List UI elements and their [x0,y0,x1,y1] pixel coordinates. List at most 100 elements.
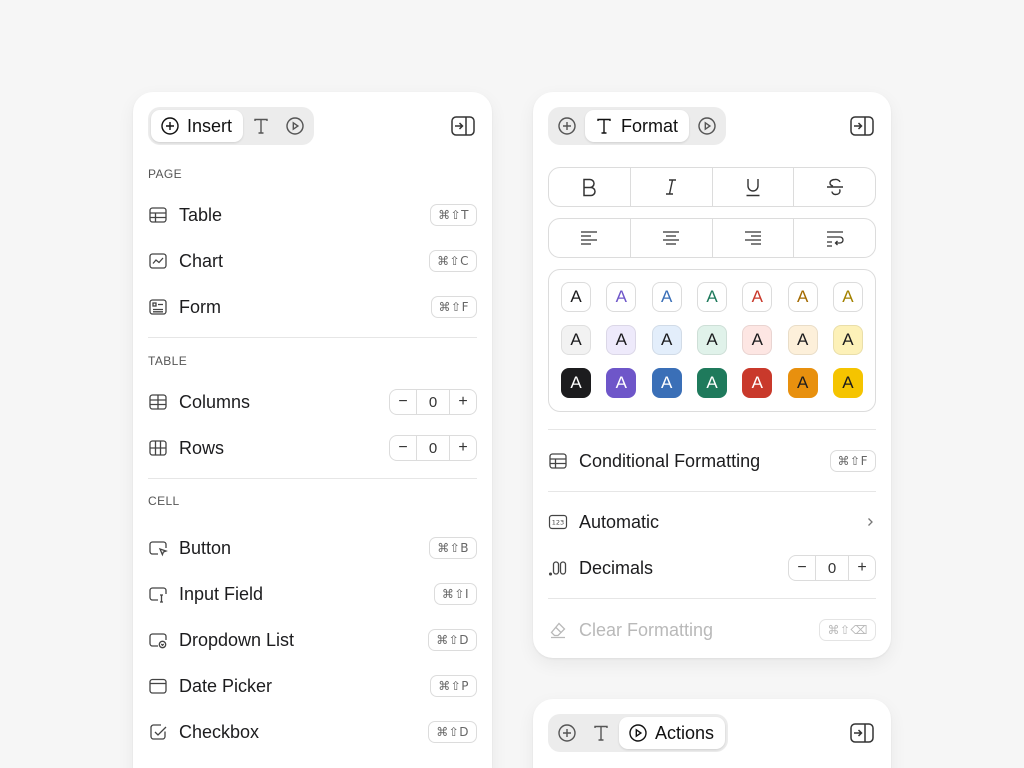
tab-actions[interactable]: Actions [619,717,726,749]
bold-icon [583,178,597,197]
format-panel: Format AAAAAAA A A A A A A A A A A A A A… [533,92,891,658]
decrement-button[interactable]: − [390,436,416,460]
menu-item-button[interactable]: Button ⌘⇧B [148,533,477,563]
svg-text:123: 123 [552,519,564,527]
tab-insert[interactable] [551,717,583,749]
decimals-stepper: − 0 + [788,555,876,581]
color-swatch-tint[interactable]: A [651,325,682,355]
menu-item-rows: Rows − 0 + [148,433,477,463]
divider [148,478,477,479]
menu-item-clear-formatting[interactable]: Clear Formatting ⌘⇧⌫ [548,615,876,645]
menu-item-label: Date Picker [179,675,273,696]
italic-button[interactable] [631,168,713,206]
align-right-button[interactable] [713,219,795,257]
divider [548,491,876,492]
tab-actions[interactable] [279,110,311,142]
chevron-right-icon [868,518,873,526]
menu-item-dropdown-list[interactable]: Dropdown List ⌘⇧D [148,625,477,655]
bold-button[interactable] [549,168,631,206]
color-swatch-outline[interactable]: A [606,282,637,312]
decimals-icon [548,561,567,576]
menu-item-label: Conditional Formatting [579,450,761,471]
tab-insert-label: Insert [187,115,233,136]
shortcut-badge: ⌘⇧⌫ [819,619,876,641]
shortcut-badge: ⌘⇧C [429,250,477,272]
increment-button[interactable]: + [849,556,875,580]
menu-item-table[interactable]: Table ⌘⇧T [148,200,477,230]
rows-stepper: − 0 + [389,435,477,461]
tab-format[interactable]: Format [585,110,690,142]
chart-icon [149,253,167,269]
checkbox-icon [150,724,167,740]
align-right-icon [744,231,761,245]
dock-panel-icon[interactable] [451,116,475,136]
tab-text[interactable] [245,110,277,142]
menu-item-input-field[interactable]: Input Field ⌘⇧I [148,579,477,609]
dock-panel-icon[interactable] [850,116,874,136]
align-center-button[interactable] [631,219,713,257]
align-left-icon [581,231,598,245]
shortcut-badge: ⌘⇧I [433,583,477,605]
shortcut-badge: ⌘⇧D [428,629,477,651]
tab-insert[interactable] [551,110,583,142]
strikethrough-icon [826,178,843,196]
play-circle-icon [698,117,716,135]
color-swatch-outline[interactable]: A [832,282,863,312]
dock-panel-icon[interactable] [850,723,874,743]
calendar-icon [149,678,167,694]
color-swatch-tint[interactable]: A [832,325,863,355]
menu-item-conditional-formatting[interactable]: Conditional Formatting ⌘⇧F [548,446,876,476]
color-swatch-solid[interactable]: A [832,368,863,398]
color-swatch-solid[interactable]: A [561,368,591,398]
wrap-text-button[interactable] [794,219,875,257]
format-tab-bar: Format [548,107,727,145]
color-swatch-tint[interactable]: A [742,325,773,355]
menu-item-label: Rows [179,437,225,458]
menu-item-number-format[interactable]: 123 Automatic [548,507,876,537]
menu-item-chart[interactable]: Chart ⌘⇧C [148,246,477,276]
tab-text[interactable] [585,717,617,749]
form-icon [149,299,167,315]
color-swatch-tint[interactable]: A [787,325,818,355]
color-swatch-solid[interactable]: A [606,368,637,398]
plus-circle-icon [558,724,576,742]
type-icon [597,118,611,134]
color-swatch-solid[interactable]: A [651,368,682,398]
decrement-button[interactable]: − [390,390,416,414]
menu-item-date-picker[interactable]: Date Picker ⌘⇧P [148,671,477,701]
color-swatch-solid[interactable]: A [787,368,818,398]
wrap-text-icon [826,231,844,247]
color-swatch-outline[interactable]: A [561,282,591,312]
strikethrough-button[interactable] [794,168,875,206]
menu-item-label: Chart [179,250,224,271]
tab-insert[interactable]: Insert [151,110,244,142]
rows-icon [149,440,167,456]
color-swatch-outline[interactable]: A [787,282,818,312]
menu-item-form[interactable]: Form ⌘⇧F [148,292,477,322]
color-swatch-tint[interactable]: A [696,325,727,355]
section-label-table: TABLE [148,354,188,368]
increment-button[interactable]: + [450,390,476,414]
color-swatch-outline[interactable]: A [742,282,773,312]
section-label-cell: CELL [148,494,180,508]
menu-item-checkbox[interactable]: Checkbox ⌘⇧D [148,717,477,747]
menu-item-label: Checkbox [179,721,260,742]
menu-item-label: Table [179,204,223,225]
color-swatch-tint[interactable]: A [606,325,637,355]
tab-actions[interactable] [691,110,723,142]
color-swatch-outline[interactable]: A [696,282,727,312]
stepper-value[interactable]: 0 [416,390,450,414]
align-left-button[interactable] [549,219,631,257]
underline-button[interactable] [713,168,795,206]
play-circle-icon [629,724,647,742]
swatch-row-text-color: AAAAAAA [561,282,863,312]
color-swatch-outline[interactable]: A [651,282,682,312]
color-swatch-tint[interactable]: A [561,325,591,355]
shortcut-badge: ⌘⇧T [430,204,477,226]
decrement-button[interactable]: − [789,556,815,580]
stepper-value[interactable]: 0 [815,556,849,580]
color-swatch-solid[interactable]: A [696,368,727,398]
color-swatch-solid[interactable]: A [742,368,773,398]
stepper-value[interactable]: 0 [416,436,450,460]
increment-button[interactable]: + [450,436,476,460]
